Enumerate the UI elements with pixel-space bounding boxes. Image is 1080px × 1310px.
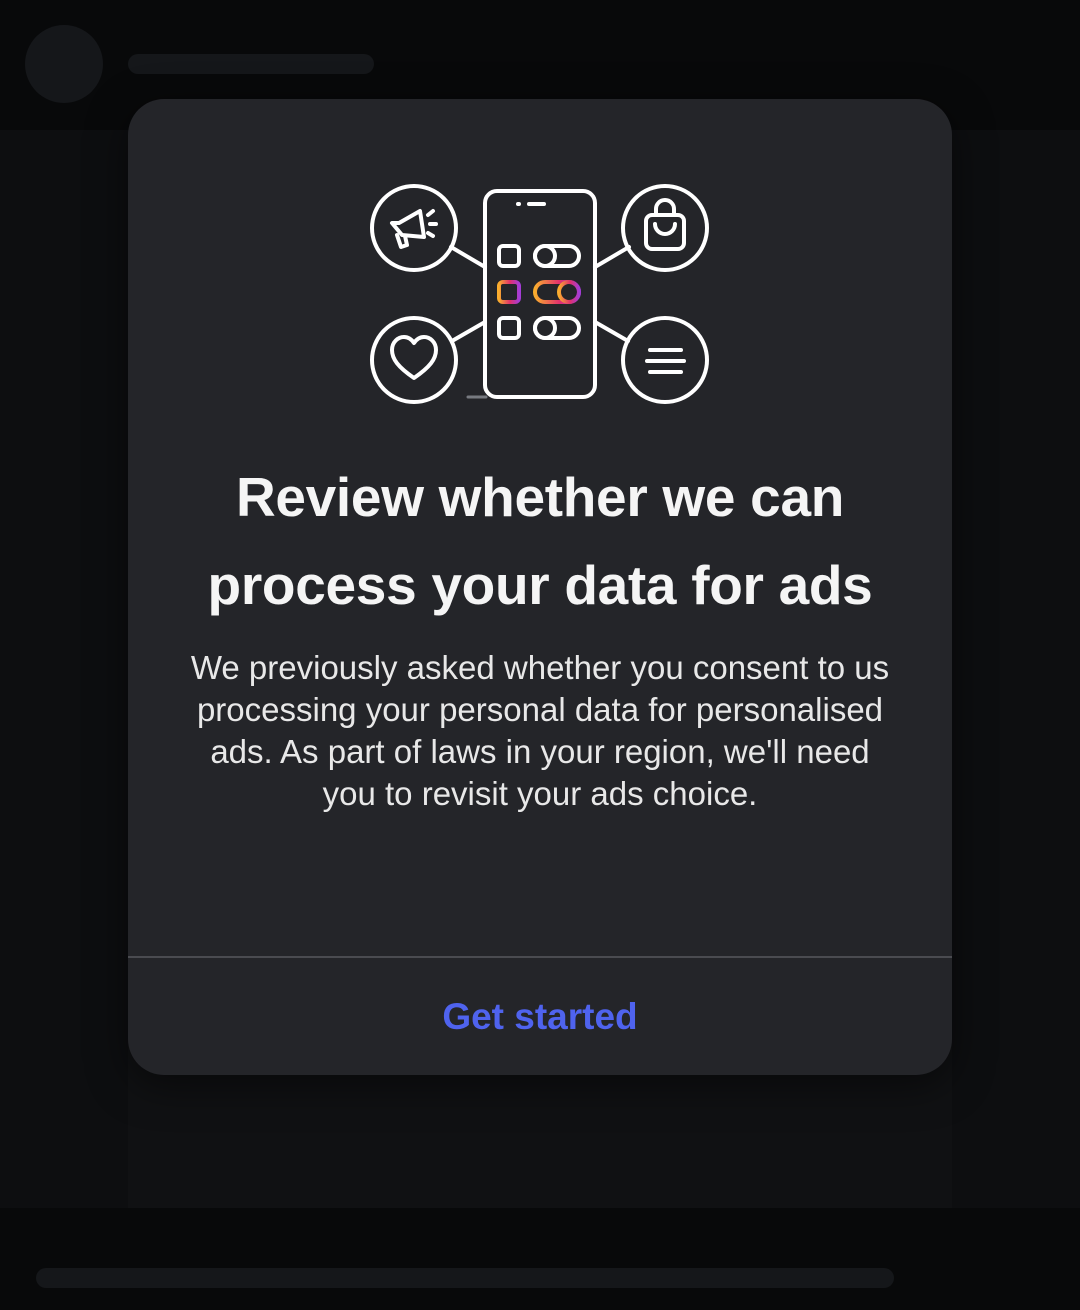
avatar-placeholder	[25, 25, 103, 103]
shopping-bag-icon	[621, 184, 709, 272]
checkbox-icon	[497, 316, 521, 340]
megaphone-icon	[370, 184, 458, 272]
background-footer	[0, 1208, 1080, 1310]
backdrop-left	[0, 130, 128, 1208]
get-started-button[interactable]: Get started	[128, 958, 952, 1075]
ads-consent-dialog: Review whether we can process your data …	[128, 99, 952, 1075]
checkbox-icon	[497, 244, 521, 268]
backdrop-right	[952, 130, 1080, 1208]
username-placeholder	[128, 54, 374, 74]
connector-line	[593, 320, 630, 343]
dialog-message: We previously asked whether you consent …	[190, 649, 890, 812]
caption-placeholder	[36, 1268, 894, 1288]
connector-line	[449, 245, 487, 269]
connector-line	[593, 245, 631, 269]
checkbox-icon	[497, 280, 521, 304]
heart-icon	[370, 316, 458, 404]
ads-illustration	[370, 184, 709, 404]
dialog-title: Review whether we can process your data …	[207, 466, 873, 616]
phone-icon	[483, 189, 597, 399]
list-icon	[621, 316, 709, 404]
connector-line	[450, 320, 487, 343]
